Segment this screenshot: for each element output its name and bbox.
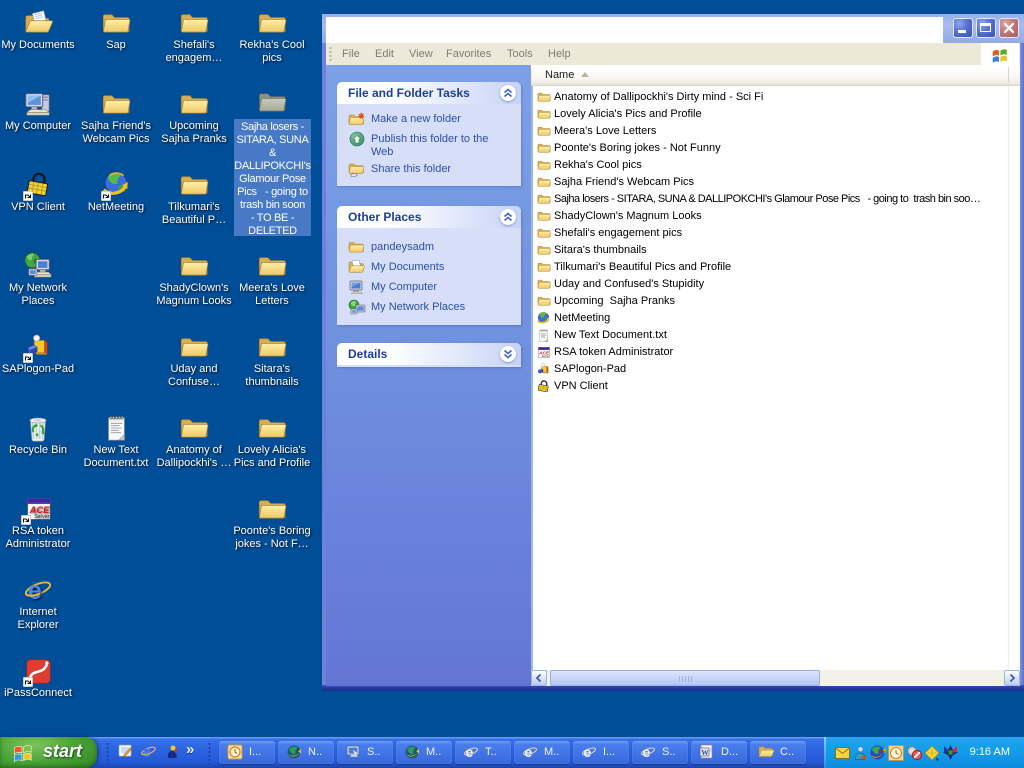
svg-text:W: W <box>701 748 709 757</box>
